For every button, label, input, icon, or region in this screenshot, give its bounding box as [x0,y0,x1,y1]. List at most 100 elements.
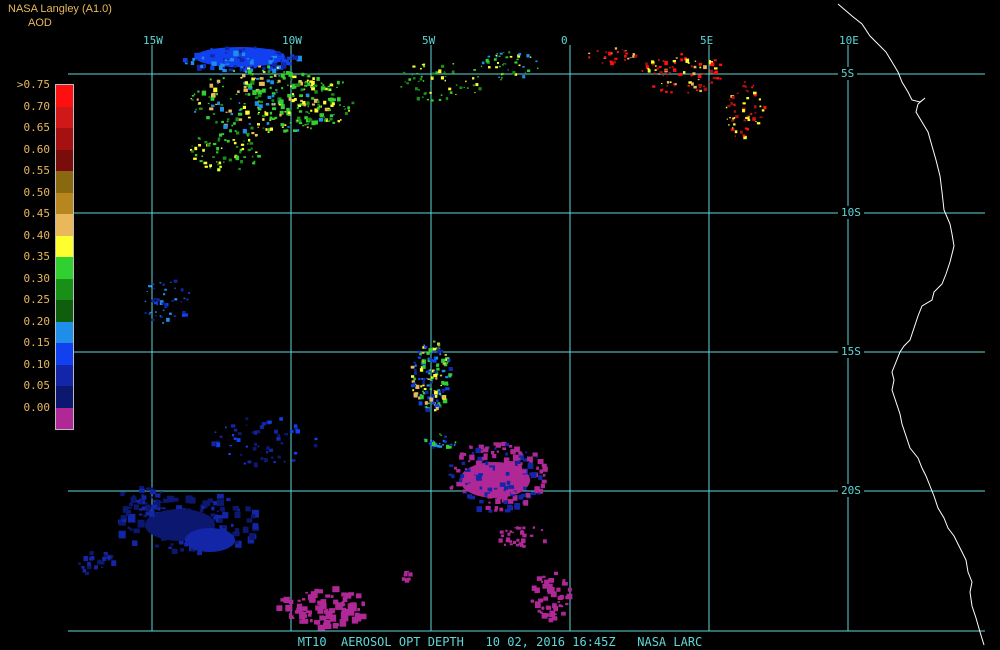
aod-pixel [420,385,423,388]
aod-pixel [211,104,215,107]
aod-pixel [288,615,294,619]
aod-pixel [331,595,334,598]
aod-pixel [335,623,340,627]
aod-pixel [251,155,254,158]
aod-pixel [537,67,539,70]
aod-pixel [429,380,434,384]
aod-pixel [456,481,462,487]
aod-pixel [298,110,303,113]
aod-pixel [283,597,290,602]
aod-pixel [160,491,163,494]
aod-pixel [286,129,289,132]
aod-pixel [192,57,195,61]
aod-pixel [259,425,264,429]
aod-pixel [751,85,753,87]
aod-pixel [647,69,651,73]
aod-pixel [621,49,624,50]
aod-pixel [204,500,211,507]
aod-pixel [279,417,283,421]
aod-pixel [416,72,419,75]
aod-pixel [273,74,277,77]
aod-pixel [327,107,330,110]
aod-pixel [758,98,761,101]
aod-pixel [449,446,452,449]
aod-pixel [454,466,457,470]
aod-pixel [442,391,444,393]
aod-pixel [164,304,168,309]
aod-pixel [150,496,153,499]
aod-pixel [440,349,444,353]
aod-pixel [245,93,247,96]
aod-pixel [199,138,201,140]
aod-pixel [734,135,736,138]
aod-pixel [496,450,499,453]
aod-pixel [339,104,341,106]
aod-pixel [499,507,504,512]
aod-pixel [441,381,446,385]
aod-pixel [759,105,762,108]
aod-pixel [262,127,265,129]
aod-pixel [291,459,296,462]
aod-pixel [438,344,441,346]
aod-pixel [422,384,425,387]
aod-pixel [90,556,95,560]
aod-pixel [453,444,456,446]
aod-pixel [759,116,762,118]
aod-pixel [514,446,520,453]
aod-pixel [506,480,511,485]
aod-pixel [271,99,275,102]
aod-pixel [190,61,195,65]
aod-pixel [744,81,746,83]
aod-pixel [448,367,453,372]
aod-pixel [444,353,447,356]
aod-pixel [319,114,323,118]
aod-pixel [216,93,218,96]
aod-pixel [549,610,556,618]
aod-pixel [475,460,482,467]
aod-pixel [520,481,524,485]
aod-pixel [201,56,205,60]
aod-pixel [495,54,498,56]
aod-pixel [204,141,208,144]
aod-pixel [430,439,432,442]
aod-pixel [243,85,247,89]
aod-pixel [257,113,260,115]
aod-pixel [505,461,512,466]
aod-pixel [319,105,322,108]
aod-pixel [537,459,544,464]
aod-pixel [504,496,508,501]
aod-pixel [485,58,489,63]
aod-pixel [191,150,194,153]
aod-pixel [216,510,220,513]
aod-pixel [210,48,213,50]
aod-pixel [257,107,262,111]
aod-pixel [522,77,524,79]
aod-pixel [317,103,320,106]
aod-pixel [270,57,273,60]
aod-pixel [535,601,541,608]
aod-pixel [311,103,315,106]
aod-pixel [189,497,196,504]
aod-pixel [219,73,222,76]
aod-pixel [149,489,156,495]
aod-pixel [410,365,415,369]
aod-pixel [242,105,246,109]
aod-pixel [276,82,279,84]
latitude-label: 10S [838,206,864,219]
aod-pixel [473,69,477,71]
aod-pixel [302,124,305,127]
aod-pixel [243,156,246,158]
aod-pixel [698,62,703,66]
aod-pixel [250,126,254,130]
aod-pixel [753,117,755,119]
aod-pixel [742,109,745,113]
aod-pixel [269,86,272,89]
aod-pixel [418,401,423,406]
aod-pixel [260,63,264,66]
aod-pixel [280,104,285,110]
aod-pixel [746,115,749,118]
aod-pixel [673,83,675,85]
aod-pixel [361,601,365,606]
aod-pixel [271,456,274,459]
aod-pixel [731,119,735,122]
